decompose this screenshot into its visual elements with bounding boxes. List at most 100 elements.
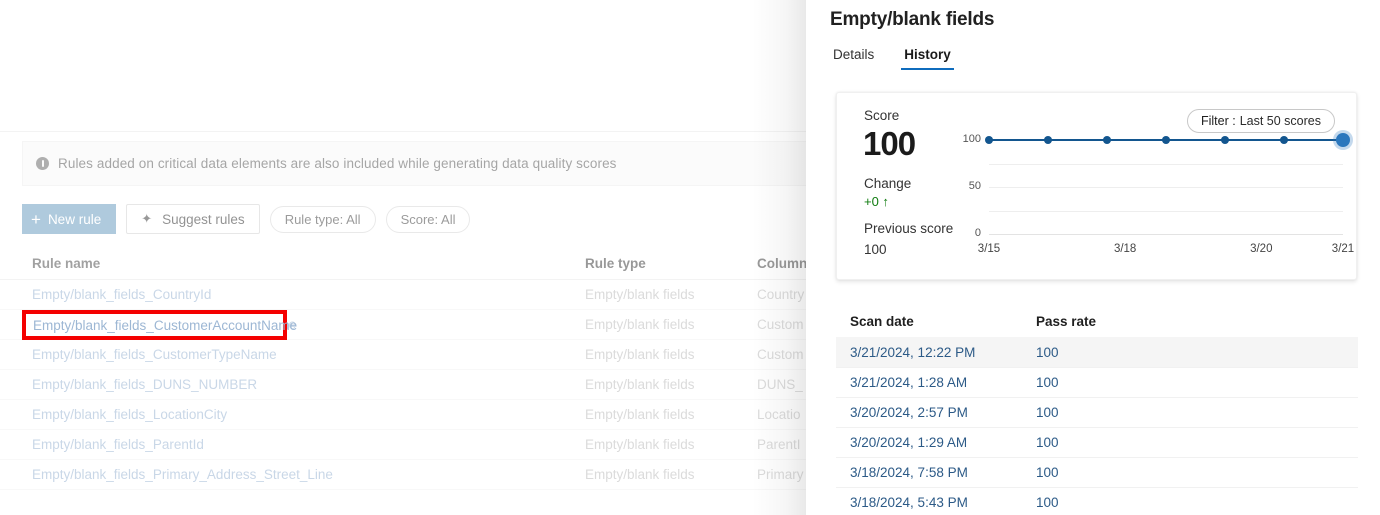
- scan-date-cell: 3/21/2024, 12:22 PM: [850, 345, 976, 360]
- rule-name-link[interactable]: Empty/blank_fields_DUNS_NUMBER: [0, 377, 585, 392]
- screen: Rules added on critical data elements ar…: [0, 0, 1380, 515]
- rule-type-cell: Empty/blank fields: [585, 437, 695, 452]
- table-row[interactable]: Empty/blank_fields_Primary_Address_Stree…: [0, 460, 812, 490]
- suggest-rules-button[interactable]: ✦ Suggest rules: [126, 204, 260, 234]
- chart-gridline: [989, 187, 1343, 188]
- scan-history-table: Scan date Pass rate 3/21/2024, 12:22 PM 1…: [836, 305, 1358, 515]
- table-row[interactable]: Empty/blank_fields_DUNS_NUMBER Empty/blan…: [0, 370, 812, 400]
- rule-name-link[interactable]: Empty/blank_fields_CustomerTypeName: [0, 347, 585, 362]
- chart-data-point[interactable]: [1162, 136, 1170, 144]
- scan-date-cell: 3/18/2024, 5:43 PM: [850, 495, 968, 510]
- pass-rate-cell: 100: [1036, 465, 1059, 480]
- table-row[interactable]: 3/21/2024, 12:22 PM 100: [836, 337, 1358, 367]
- table-row[interactable]: 3/20/2024, 2:57 PM 100: [836, 397, 1358, 427]
- score-value: 100: [863, 125, 916, 162]
- column-header-column: Column: [757, 256, 808, 271]
- scan-date-cell: 3/21/2024, 1:28 AM: [850, 375, 968, 390]
- page-title: Empty/blank fields: [830, 9, 995, 30]
- filter-pill-key: Filter :: [1200, 114, 1236, 128]
- change-label: Change: [864, 176, 912, 191]
- suggest-rules-label: Suggest rules: [162, 211, 245, 227]
- table-row[interactable]: 3/21/2024, 1:28 AM 100: [836, 367, 1358, 397]
- rule-column-cell: Custom: [757, 347, 804, 362]
- scan-date-cell: 3/20/2024, 2:57 PM: [850, 405, 968, 420]
- chart-x-tick: 3/18: [1113, 243, 1137, 255]
- rule-name-link[interactable]: Empty/blank_fields_Primary_Address_Stree…: [0, 467, 585, 482]
- score-filter-pill[interactable]: Filter : Last 50 scores: [1186, 109, 1335, 133]
- rule-type-filter[interactable]: Rule type: All: [269, 205, 376, 233]
- score-filter-label: Score: All: [400, 211, 456, 227]
- rule-name-link[interactable]: Empty/blank_fields_ParentId: [0, 437, 585, 452]
- table-row[interactable]: Empty/blank_fields_CustomerTypeName Empty…: [0, 340, 812, 370]
- chart-x-tick: 3/15: [977, 243, 1001, 255]
- chart-gridline: [989, 210, 1343, 212]
- sparkle-icon: ✦: [141, 211, 153, 226]
- chart-data-point[interactable]: [1044, 136, 1052, 144]
- chart-data-point[interactable]: [1221, 136, 1229, 144]
- rules-table: Rule name Rule type Column Empty/blank_f…: [0, 248, 812, 490]
- rule-name-link[interactable]: Empty/blank_fields_LocationCity: [0, 407, 585, 422]
- pass-rate-cell: 100: [1036, 375, 1059, 390]
- rule-column-cell: Primary: [757, 467, 804, 482]
- annotation-highlight-text: Empty/blank_fields_CustomerAccountName: [33, 317, 298, 333]
- rule-column-cell: Locatio: [757, 407, 801, 422]
- change-value: +0 ↑: [864, 194, 889, 209]
- rule-column-cell: ParentI: [757, 437, 801, 452]
- table-row[interactable]: 3/18/2024, 7:58 PM 100: [836, 457, 1358, 487]
- scan-table-body: 3/21/2024, 12:22 PM 100 3/21/2024, 1:28 AM…: [836, 337, 1358, 515]
- new-rule-button[interactable]: + New rule: [22, 204, 117, 234]
- pass-rate-cell: 100: [1036, 435, 1059, 450]
- pass-rate-cell: 100: [1036, 405, 1059, 420]
- panel-tabs: Details History: [830, 47, 954, 70]
- rule-details-panel: Empty/blank fields Details History Score…: [806, 0, 1380, 515]
- score-card: Score 100 Change +0 ↑ Previous score 100…: [836, 92, 1357, 280]
- chart-y-tick: 100: [962, 133, 981, 145]
- rule-type-cell: Empty/blank fields: [585, 347, 695, 362]
- column-header-rule-type: Rule type: [585, 256, 646, 271]
- chart-data-point[interactable]: [1336, 133, 1350, 147]
- chart-x-tick: 3/20: [1250, 243, 1273, 255]
- column-header-scan-date: Scan date: [850, 313, 914, 329]
- header-divider: [0, 131, 812, 132]
- column-header-rule-name: Rule name: [32, 256, 101, 271]
- new-rule-label: New rule: [47, 211, 102, 227]
- info-circle-icon: [36, 157, 49, 170]
- chart-gridline: [989, 163, 1343, 165]
- rule-type-cell: Empty/blank fields: [585, 467, 695, 482]
- filter-pill-value: Last 50 scores: [1239, 114, 1321, 128]
- tab-history-label: History: [904, 47, 951, 62]
- plus-icon: +: [31, 209, 41, 229]
- table-row[interactable]: 3/20/2024, 1:29 AM 100: [836, 427, 1358, 457]
- rule-column-cell: Country: [757, 287, 805, 302]
- score-history-chart: 0 50 100 3/15 3/18 3/20 3/21: [955, 133, 1354, 260]
- rule-type-cell: Empty/blank fields: [585, 287, 695, 302]
- rules-toolbar: + New rule ✦ Suggest rules Rule type: Al…: [22, 204, 471, 234]
- chart-data-point[interactable]: [1280, 136, 1288, 144]
- annotation-highlight-box: Empty/blank_fields_CustomerAccountName: [22, 310, 297, 340]
- rule-column-cell: DUNS_: [757, 377, 803, 392]
- previous-score-value: 100: [864, 242, 887, 257]
- table-row[interactable]: Empty/blank_fields_ParentId Empty/blank f…: [0, 430, 812, 460]
- rule-name-link[interactable]: Empty/blank_fields_CountryId: [0, 287, 585, 302]
- chart-x-tick: 3/21: [1331, 243, 1355, 255]
- rule-type-cell: Empty/blank fields: [585, 407, 695, 422]
- tab-history[interactable]: History: [901, 47, 954, 70]
- tab-details[interactable]: Details: [830, 47, 877, 70]
- pass-rate-cell: 100: [1036, 495, 1059, 510]
- table-row[interactable]: Empty/blank_fields_LocationCity Empty/bla…: [0, 400, 812, 430]
- info-banner-text: Rules added on critical data elements ar…: [58, 156, 617, 171]
- chart-data-point[interactable]: [985, 136, 993, 144]
- score-filter[interactable]: Score: All: [385, 205, 471, 233]
- column-header-pass-rate: Pass rate: [1036, 313, 1097, 329]
- table-row[interactable]: Empty/blank_fields_CountryId Empty/blank …: [0, 280, 812, 310]
- pass-rate-cell: 100: [1036, 345, 1059, 360]
- chart-y-tick: 50: [968, 180, 981, 192]
- score-label: Score: [864, 108, 900, 123]
- tab-details-label: Details: [833, 47, 875, 62]
- chart-data-point[interactable]: [1103, 136, 1111, 144]
- table-row[interactable]: 3/18/2024, 5:43 PM 100: [836, 487, 1358, 515]
- chart-y-tick: 0: [974, 227, 981, 239]
- chart-gridline: [989, 234, 1343, 235]
- rule-type-cell: Empty/blank fields: [585, 377, 695, 392]
- scan-date-cell: 3/20/2024, 1:29 AM: [850, 435, 968, 450]
